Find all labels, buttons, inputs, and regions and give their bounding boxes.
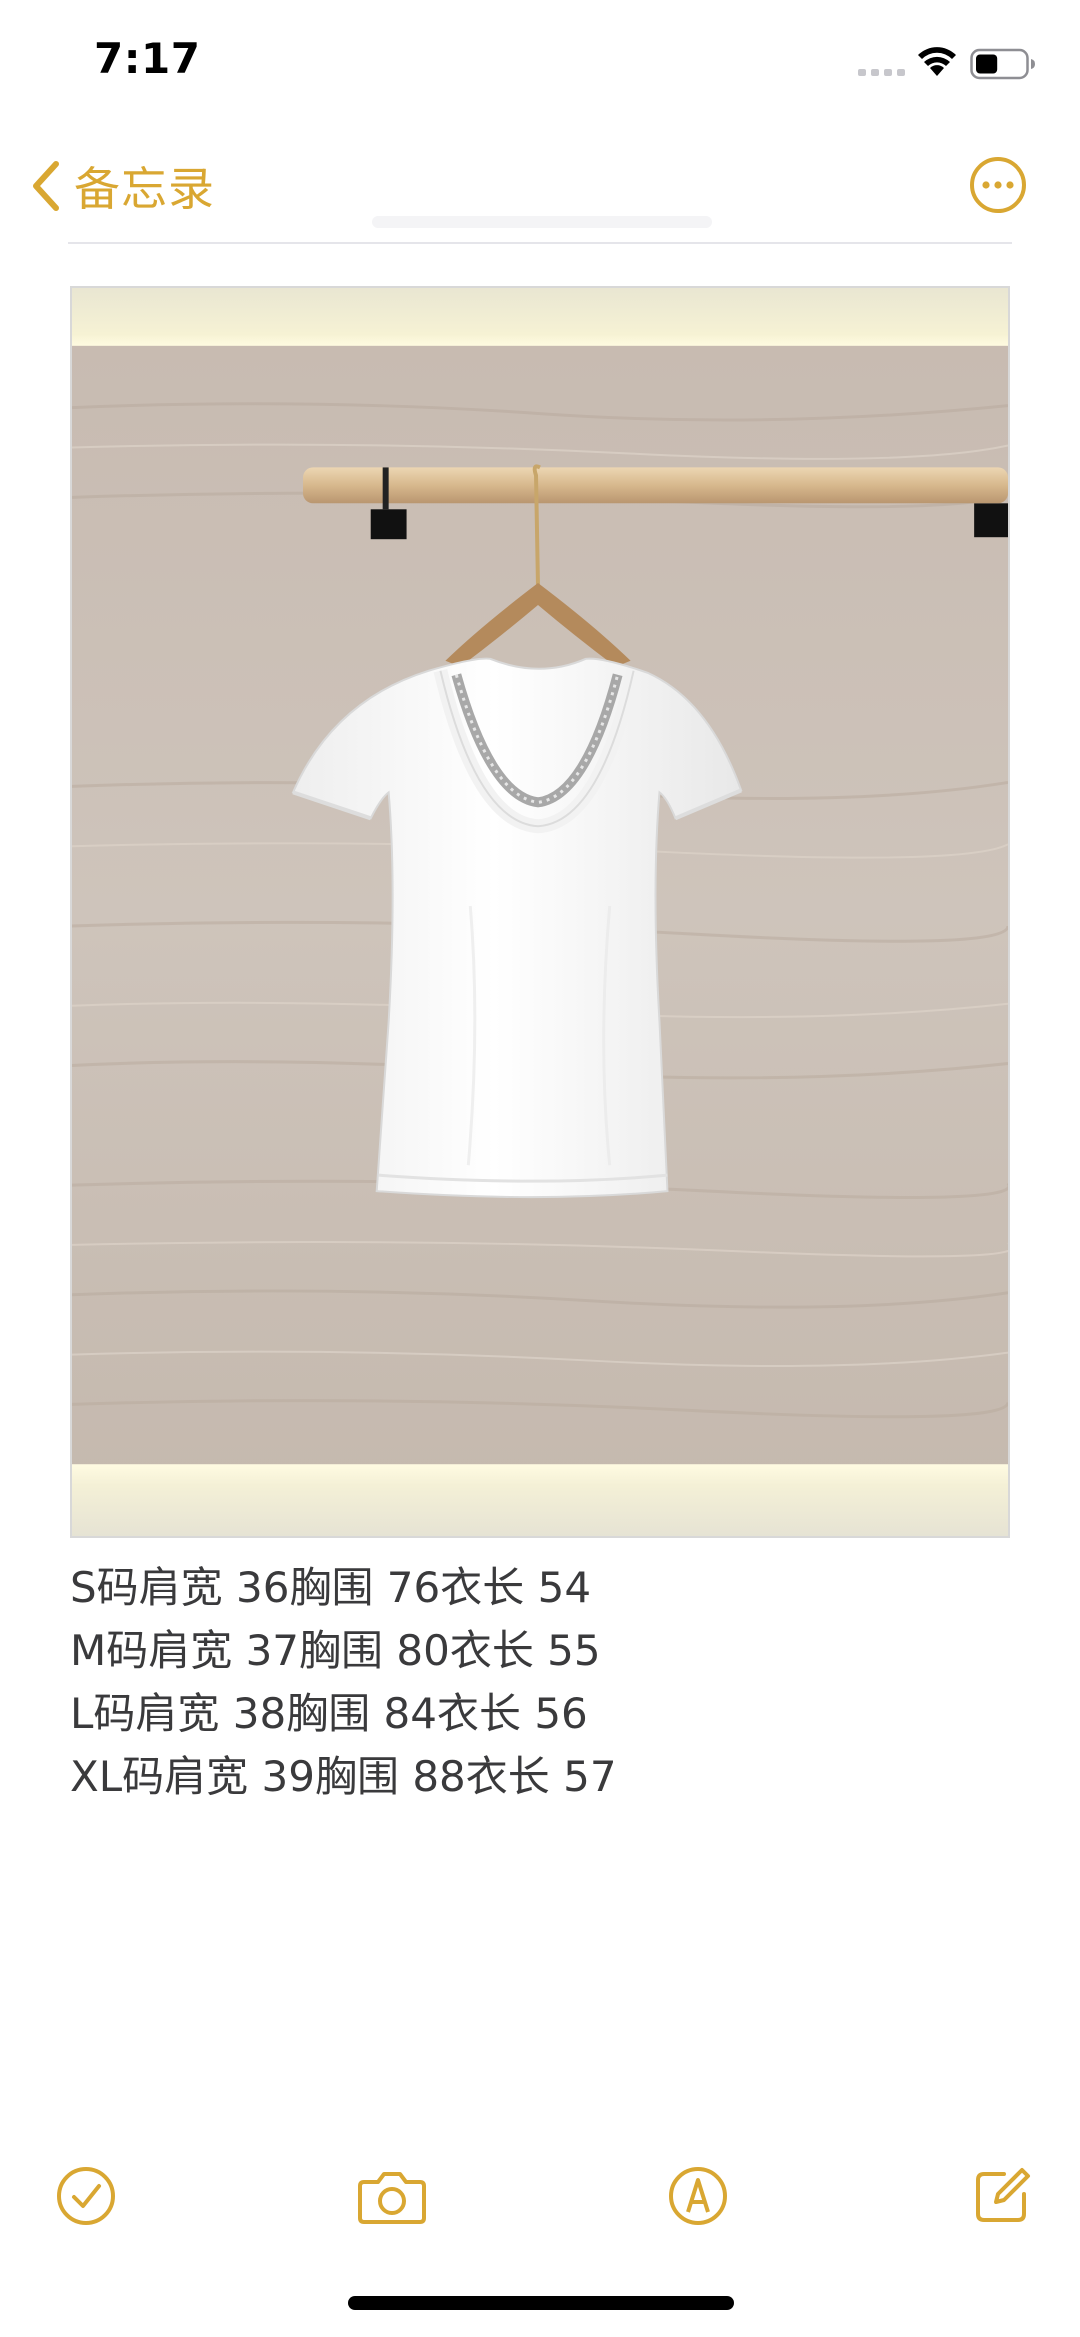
note-line-size-xl[interactable]: XL码肩宽 39胸围 88衣长 57 [70,1745,1010,1808]
note-photo[interactable] [70,286,1010,1538]
grabber-handle [372,216,712,228]
camera-icon[interactable] [356,2164,428,2228]
note-body[interactable]: S码肩宽 36胸围 76衣长 54 M码肩宽 37胸围 80衣长 55 L码肩宽… [70,1556,1010,1808]
nav-divider [68,242,1012,244]
home-indicator[interactable] [348,2296,734,2310]
compose-icon[interactable] [970,2164,1034,2228]
status-time: 7:17 [94,34,201,83]
markup-pen-icon[interactable] [666,2164,730,2228]
note-line-size-m[interactable]: M码肩宽 37胸围 80衣长 55 [70,1619,1010,1682]
chevron-left-icon [33,161,59,211]
checklist-icon[interactable] [54,2164,118,2228]
battery-icon [970,48,1035,80]
back-button-label: 备忘录 [74,162,215,216]
tshirt-photo-illustration [72,288,1008,1536]
back-button[interactable]: 备忘录 [30,156,215,216]
bottom-toolbar [0,2150,1080,2240]
note-line-size-l[interactable]: L码肩宽 38胸围 84衣长 56 [70,1682,1010,1745]
wifi-icon [918,47,956,76]
cellular-signal-icon [858,69,905,76]
status-bar: 7:17 [0,0,1080,120]
ellipsis-circle-icon[interactable] [968,155,1028,215]
note-line-size-s[interactable]: S码肩宽 36胸围 76衣长 54 [70,1556,1010,1619]
navigation-bar: 备忘录 [0,120,1080,244]
